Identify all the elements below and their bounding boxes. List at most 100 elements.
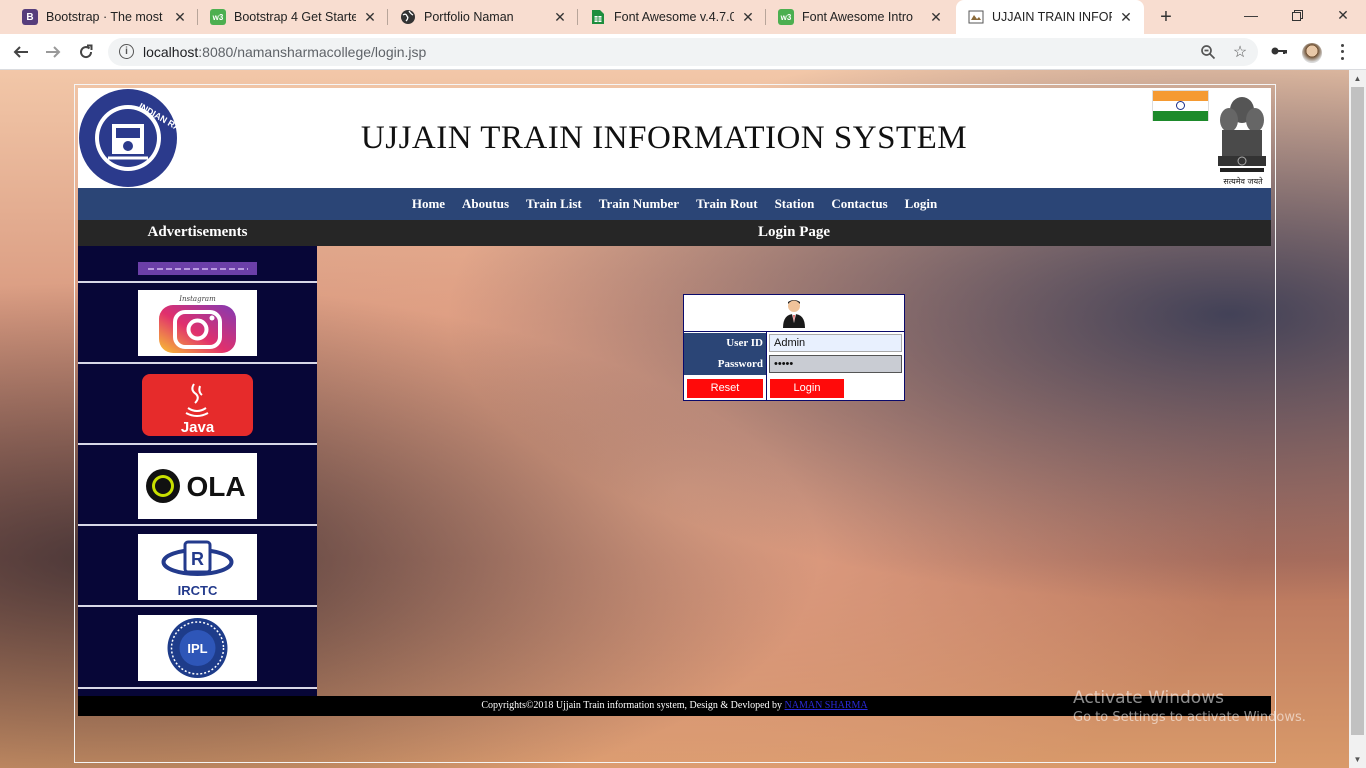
- tab-title: Bootstrap · The most popular: [46, 10, 166, 24]
- activate-windows-watermark: Activate Windows Go to Settings to activ…: [1073, 688, 1306, 725]
- nav-contactus[interactable]: Contactus: [831, 196, 887, 212]
- close-tab-icon[interactable]: ✕: [740, 9, 756, 25]
- ad-ipl[interactable]: IPL: [78, 607, 317, 689]
- vertical-scrollbar[interactable]: ▲ ▼: [1349, 70, 1366, 768]
- key-icon[interactable]: [1270, 44, 1290, 60]
- flag-stripe-saffron: [1153, 91, 1208, 101]
- advertisement-sidebar: Instagram Java OLA R IRCTC IPL: [78, 246, 317, 696]
- nav-train-list[interactable]: Train List: [526, 196, 582, 212]
- sidebar-heading: Advertisements: [147, 224, 248, 240]
- watermark-title: Activate Windows: [1073, 688, 1224, 708]
- close-tab-icon[interactable]: ✕: [1118, 9, 1134, 25]
- password-label: Password: [684, 354, 766, 375]
- ad-irctc[interactable]: R IRCTC: [78, 526, 317, 607]
- tab-title: UJJAIN TRAIN INFORMATION: [992, 10, 1112, 24]
- footer-author-link[interactable]: NAMAN SHARMA: [785, 700, 868, 711]
- nav-train-rout[interactable]: Train Rout: [696, 196, 758, 212]
- ad-train-banner[interactable]: [78, 246, 317, 283]
- nav-train-number[interactable]: Train Number: [599, 196, 679, 212]
- ipl-logo: IPL: [138, 615, 257, 681]
- nav-login[interactable]: Login: [905, 196, 938, 212]
- svg-text:Java: Java: [181, 419, 215, 436]
- tab-font-awesome-intro[interactable]: w3 Font Awesome Intro ✕: [766, 0, 954, 34]
- svg-text:R: R: [191, 549, 204, 569]
- user-icon: [783, 300, 805, 328]
- address-bar[interactable]: i localhost:8080/namansharmacollege/logi…: [108, 38, 1258, 66]
- flag-chakra: [1176, 101, 1185, 110]
- url-path: :8080/namansharmacollege/login.jsp: [198, 44, 427, 60]
- section-bar: Advertisements Login Page: [78, 220, 1271, 246]
- login-avatar-row: [684, 295, 904, 332]
- zoom-icon[interactable]: [1198, 42, 1218, 62]
- forward-icon[interactable]: [41, 40, 65, 64]
- close-window-icon[interactable]: ✕: [1320, 0, 1366, 30]
- info-icon[interactable]: i: [119, 44, 134, 59]
- tab-font-awesome[interactable]: Font Awesome v.4.7.0 | ✕: [578, 0, 766, 34]
- back-icon[interactable]: [9, 40, 33, 64]
- nav-aboutus[interactable]: Aboutus: [462, 196, 509, 212]
- nav-station[interactable]: Station: [775, 196, 815, 212]
- reset-button[interactable]: Reset: [687, 379, 763, 398]
- svg-text:OLA: OLA: [186, 471, 245, 502]
- tab-bootstrap[interactable]: B Bootstrap · The most popular ✕: [10, 0, 198, 34]
- star-icon[interactable]: ☆: [1230, 42, 1250, 62]
- close-tab-icon[interactable]: ✕: [172, 9, 188, 25]
- ola-logo: OLA: [138, 453, 257, 519]
- tab-strip: B Bootstrap · The most popular ✕ w3 Boot…: [0, 0, 1366, 34]
- userid-label: User ID: [684, 333, 766, 354]
- globe-icon: [400, 9, 416, 25]
- url-host: localhost: [143, 44, 199, 60]
- tab-title: Font Awesome Intro: [802, 10, 913, 24]
- ipl-text: IPL: [187, 641, 207, 656]
- nav-home[interactable]: Home: [412, 196, 445, 212]
- watermark-subtitle: Go to Settings to activate Windows.: [1073, 710, 1306, 725]
- menu-icon[interactable]: [1334, 42, 1350, 62]
- login-button[interactable]: Login: [770, 379, 844, 398]
- w3schools-icon: w3: [778, 9, 794, 25]
- tab-ujjain-active[interactable]: UJJAIN TRAIN INFORMATION ✕: [956, 0, 1144, 34]
- url-text: localhost:8080/namansharmacollege/login.…: [143, 44, 426, 60]
- close-tab-icon[interactable]: ✕: [928, 9, 944, 25]
- page-viewport: INDIAN RAILWAYS UJJAIN TRAIN INFORMATION…: [0, 70, 1366, 768]
- ad-java[interactable]: Java: [78, 364, 317, 445]
- password-input[interactable]: •••••: [769, 355, 902, 373]
- tab-title: Bootstrap 4 Get Started: [234, 10, 356, 24]
- train-banner-image: [138, 262, 257, 275]
- irctc-text: IRCTC: [178, 583, 218, 598]
- irctc-logo: R IRCTC: [138, 534, 257, 600]
- emblem-motto: सत्यमेव जयते: [1223, 177, 1263, 186]
- page-title: Login Page: [757, 224, 831, 240]
- login-form: User ID Admin Password ••••• Reset Login: [683, 294, 905, 401]
- userid-input[interactable]: Admin: [769, 334, 902, 352]
- scroll-up-icon[interactable]: ▲: [1349, 70, 1366, 87]
- main-nav: Home Aboutus Train List Train Number Tra…: [78, 188, 1271, 220]
- instagram-logo: Instagram: [138, 290, 257, 356]
- page-icon: [968, 9, 984, 25]
- svg-text:Instagram: Instagram: [178, 295, 216, 303]
- tab-title: Font Awesome v.4.7.0 |: [614, 10, 734, 24]
- tab-portfolio[interactable]: Portfolio Naman ✕: [388, 0, 578, 34]
- java-logo: Java: [138, 372, 257, 438]
- tab-bootstrap-4[interactable]: w3 Bootstrap 4 Get Started ✕: [198, 0, 388, 34]
- scroll-down-icon[interactable]: ▼: [1349, 751, 1366, 768]
- toolbar: i localhost:8080/namansharmacollege/logi…: [0, 34, 1366, 70]
- site-header: INDIAN RAILWAYS UJJAIN TRAIN INFORMATION…: [78, 88, 1271, 188]
- maximize-icon[interactable]: [1274, 0, 1320, 30]
- site-title: UJJAIN TRAIN INFORMATION SYSTEM: [360, 120, 968, 156]
- flag-stripe-green: [1153, 111, 1208, 121]
- footer-text: Copyrights©2018 Ujjain Train information…: [481, 700, 785, 711]
- form-divider: [766, 332, 767, 400]
- ad-ola[interactable]: OLA: [78, 445, 317, 526]
- scroll-thumb[interactable]: [1351, 87, 1364, 735]
- india-flag-image: [1152, 90, 1209, 121]
- reload-icon[interactable]: [74, 40, 98, 64]
- profile-avatar[interactable]: [1302, 43, 1322, 63]
- close-tab-icon[interactable]: ✕: [362, 9, 378, 25]
- close-tab-icon[interactable]: ✕: [552, 9, 568, 25]
- new-tab-icon[interactable]: +: [1155, 6, 1177, 28]
- flag-stripe-white: [1153, 101, 1208, 111]
- national-emblem-image: [1218, 97, 1266, 172]
- ad-instagram[interactable]: Instagram: [78, 283, 317, 364]
- minimize-icon[interactable]: —: [1228, 0, 1274, 30]
- bootstrap-icon: B: [22, 9, 38, 25]
